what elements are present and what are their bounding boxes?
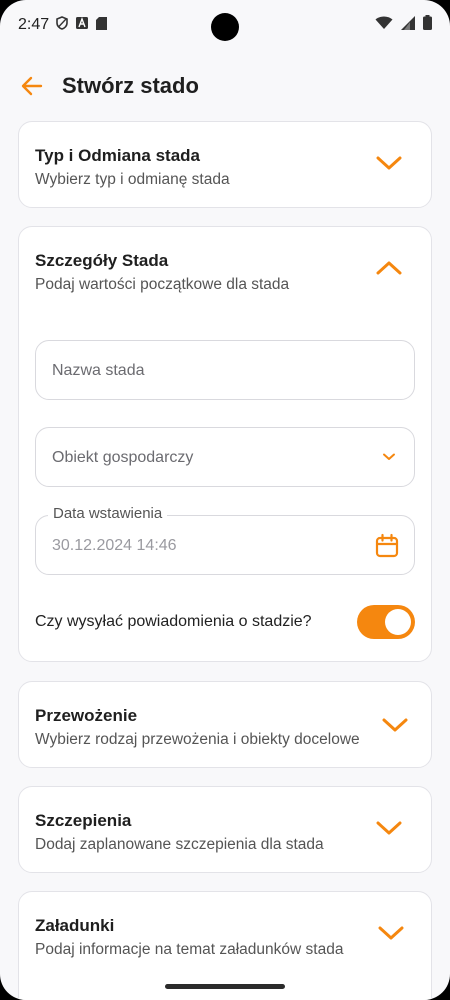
arrow-left-icon [21, 76, 43, 96]
camera-cutout [211, 13, 239, 41]
herd-name-input[interactable]: Nazwa stada [35, 340, 415, 400]
screen: 2:47 Stwórz stado Typ i Odmiana stada Wy… [0, 0, 450, 1000]
chevron-down-icon [383, 453, 395, 460]
notifications-row: Czy wysyłać powiadomienia o stadzie? [35, 603, 415, 643]
signal-icon [401, 15, 415, 30]
section-subtitle: Dodaj zaplanowane szczepienia dla stada [35, 836, 324, 853]
battery-icon [423, 15, 432, 30]
home-indicator[interactable] [165, 984, 285, 989]
insertion-date-label: Data wstawienia [48, 505, 168, 522]
section-title: Przewożenie [35, 706, 138, 725]
shield-icon [56, 16, 68, 30]
section-herd-details-header[interactable]: Szczegóły Stada Podaj wartości początkow… [19, 227, 431, 313]
herd-name-placeholder: Nazwa stada [52, 362, 145, 379]
section-title: Załadunki [35, 916, 115, 935]
section-title: Szczegóły Stada [35, 251, 169, 270]
calendar-icon[interactable] [374, 533, 400, 559]
section-vaccinations: Szczepienia Dodaj zaplanowane szczepieni… [18, 786, 432, 873]
font-icon [76, 17, 88, 29]
status-icons-right [375, 15, 432, 30]
insertion-date-value: 30.12.2024 14:46 [52, 537, 177, 554]
chevron-up-icon [376, 261, 402, 275]
chevron-down-icon [378, 926, 404, 940]
facility-placeholder: Obiekt gospodarczy [52, 449, 194, 466]
section-vaccinations-header[interactable]: Szczepienia Dodaj zaplanowane szczepieni… [19, 787, 431, 873]
back-button[interactable] [18, 72, 46, 100]
status-bar: 2:47 [0, 0, 450, 50]
app-bar: Stwórz stado [0, 62, 450, 110]
wifi-icon [375, 16, 393, 29]
sd-card-icon [96, 16, 107, 30]
status-icons-left [56, 16, 107, 30]
chevron-down-icon [376, 156, 402, 170]
notifications-toggle[interactable] [357, 605, 415, 639]
chevron-down-icon [382, 718, 408, 732]
section-subtitle: Wybierz typ i odmianę stada [35, 171, 230, 188]
page-title: Stwórz stado [62, 73, 199, 98]
section-transport-header[interactable]: Przewożenie Wybierz rodzaj przewożenia i… [19, 682, 431, 768]
status-time: 2:47 [18, 16, 50, 33]
chevron-down-icon [376, 821, 402, 835]
facility-select[interactable]: Obiekt gospodarczy [35, 427, 415, 487]
section-herd-details: Szczegóły Stada Podaj wartości początkow… [18, 226, 432, 662]
section-title: Szczepienia [35, 811, 132, 830]
insertion-date-field[interactable]: Data wstawienia 30.12.2024 14:46 [35, 505, 415, 575]
section-subtitle: Podaj wartości początkowe dla stada [35, 276, 290, 293]
section-title: Typ i Odmiana stada [35, 146, 201, 165]
section-loadings-header[interactable]: Załadunki Podaj informacje na temat zała… [19, 892, 431, 978]
section-herd-type: Typ i Odmiana stada Wybierz typ i odmian… [18, 121, 432, 208]
section-transport: Przewożenie Wybierz rodzaj przewożenia i… [18, 681, 432, 768]
toggle-knob [385, 609, 411, 635]
notifications-label: Czy wysyłać powiadomienia o stadzie? [35, 613, 312, 630]
section-subtitle: Wybierz rodzaj przewożenia i obiekty doc… [35, 731, 360, 748]
section-subtitle: Podaj informacje na temat załadunków sta… [35, 941, 344, 958]
section-herd-type-header[interactable]: Typ i Odmiana stada Wybierz typ i odmian… [19, 122, 431, 208]
